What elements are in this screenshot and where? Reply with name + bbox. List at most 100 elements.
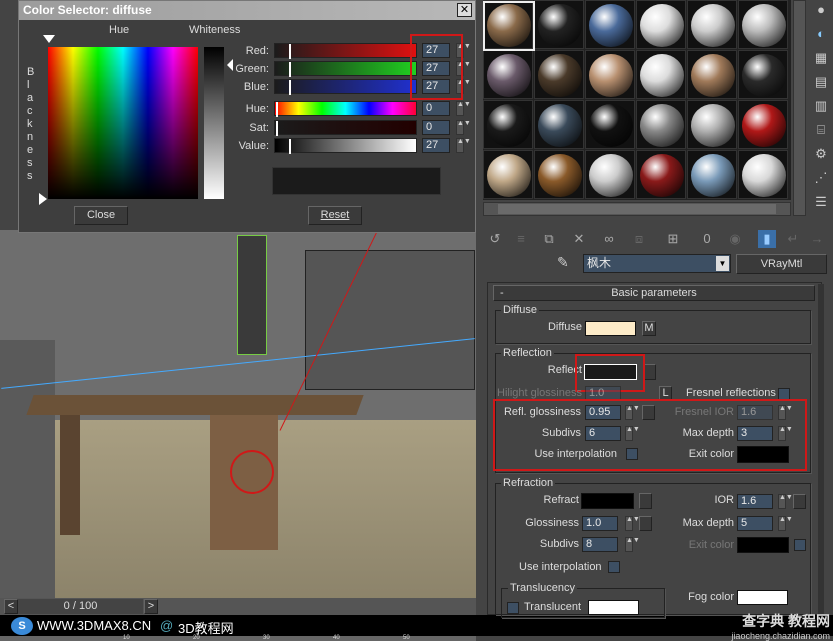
fog-color-swatch[interactable] [737,590,788,605]
sample-slot[interactable] [585,150,635,199]
material-id-icon[interactable]: 0 [698,230,716,248]
max-depth-input[interactable]: 3 [737,426,773,441]
uv-tiling-icon[interactable]: ▤ [811,74,831,94]
slots-vertical-scrollbar[interactable] [793,0,806,216]
sample-slot[interactable] [738,50,788,99]
reset-button[interactable]: Reset [308,206,362,225]
ior-input[interactable]: 1.6 [737,494,773,509]
sample-slot[interactable] [738,100,788,149]
value-slider[interactable] [274,138,417,154]
refract-map-button[interactable] [639,493,652,509]
subdivs-input[interactable]: 6 [585,426,621,441]
sample-slot[interactable] [534,100,584,149]
hue-marker[interactable] [43,35,55,43]
sample-slot[interactable] [636,50,686,99]
time-slider[interactable]: < 0 / 100 > [0,598,476,615]
hue-input[interactable]: 0 [422,101,450,116]
refraction-max-depth-input[interactable]: 5 [737,516,773,531]
video-check-icon[interactable]: ▥ [811,98,831,118]
value-input[interactable]: 27 [422,138,450,153]
make-unique-icon[interactable]: ⧈ [630,230,648,248]
sample-slot[interactable] [534,0,584,49]
sat-slider[interactable] [274,120,417,136]
put-to-scene-icon[interactable]: ≡ [512,230,530,248]
material-name-input[interactable]: 枫木 [583,254,731,273]
preview-icon[interactable]: ⌸ [811,122,831,142]
refl-glossiness-spinner[interactable]: ▲▼ [625,405,640,420]
eyedropper-icon[interactable]: ✎ [557,254,575,272]
glossiness-map-button[interactable] [639,516,652,531]
sample-slot[interactable] [687,50,737,99]
go-to-parent-icon[interactable]: ↵ [784,230,802,248]
background-icon[interactable]: ▦ [811,50,831,70]
prev-frame-button[interactable]: < [4,599,18,614]
ior-map-button[interactable] [793,494,806,509]
sample-slot[interactable] [534,50,584,99]
select-by-material-icon[interactable]: ⋰ [811,170,831,190]
sample-slot[interactable] [687,100,737,149]
perspective-viewport[interactable] [0,230,476,600]
frame-counter[interactable]: 0 / 100 [18,599,143,614]
track-ruler[interactable]: 10 20 30 40 50 [0,635,476,641]
hue-spinner[interactable]: ▲▼ [456,101,471,116]
refraction-max-depth-spinner[interactable]: ▲▼ [778,516,793,531]
use-interpolation-checkbox[interactable] [626,448,638,460]
fresnel-ior-input[interactable]: 1.6 [737,405,773,420]
sample-slot[interactable] [738,150,788,199]
blue-slider[interactable] [274,79,417,95]
refraction-exit-color-swatch[interactable] [737,537,789,553]
sample-slot[interactable] [636,0,686,49]
sample-slot[interactable] [687,150,737,199]
sample-slot[interactable] [585,100,635,149]
get-material-icon[interactable]: ↺ [486,230,504,248]
refraction-use-interpolation-checkbox[interactable] [608,561,620,573]
put-to-library-icon[interactable]: ⊞ [664,230,682,248]
chevron-down-icon[interactable]: ▼ [716,256,729,271]
sat-input[interactable]: 0 [422,120,450,135]
glossiness-spinner[interactable]: ▲▼ [625,516,640,531]
material-type-button[interactable]: VRayMtl [736,254,827,274]
glossiness-input[interactable]: 1.0 [582,516,618,531]
sample-slot[interactable] [483,100,533,149]
refraction-subdivs-input[interactable]: 8 [582,537,618,552]
hue-slider[interactable] [274,101,417,117]
subdivs-spinner[interactable]: ▲▼ [625,426,640,441]
green-slider[interactable] [274,61,417,77]
show-map-icon[interactable]: ◉ [726,230,744,248]
material-navigator-icon[interactable]: ☰ [811,194,831,214]
sample-slot[interactable] [585,0,635,49]
max-depth-spinner[interactable]: ▲▼ [778,426,793,441]
assign-material-icon[interactable]: ⧉ [540,230,558,248]
sample-slot[interactable] [483,150,533,199]
hue-blackness-picker[interactable] [48,47,198,199]
sat-spinner[interactable]: ▲▼ [456,120,471,135]
copy-material-icon[interactable]: ∞ [600,230,618,248]
refl-glossiness-input[interactable]: 0.95 [585,405,621,420]
sample-slot[interactable] [636,100,686,149]
sample-slot[interactable] [534,150,584,199]
fresnel-ior-spinner[interactable]: ▲▼ [778,405,793,420]
red-slider[interactable] [274,43,417,59]
sample-slot[interactable] [738,0,788,49]
refraction-exit-color-checkbox[interactable] [794,539,806,551]
refl-glossiness-map-button[interactable] [642,405,655,420]
blackness-marker[interactable] [39,193,47,205]
collapse-toggle[interactable]: - [500,286,504,300]
sample-type-icon[interactable]: ● [811,2,831,22]
diffuse-map-button[interactable]: M [642,321,656,336]
slots-horizontal-scrollbar[interactable] [483,202,791,216]
sample-slot[interactable] [483,50,533,99]
basic-parameters-rollout[interactable]: - Basic parameters [493,285,815,301]
refract-color-swatch[interactable] [581,493,634,509]
go-forward-icon[interactable]: → [808,230,826,248]
diffuse-color-swatch[interactable] [585,321,636,336]
backlight-icon[interactable]: ◐ [811,26,831,46]
reset-map-icon[interactable]: ✕ [570,230,588,248]
close-button[interactable]: Close [74,206,128,225]
value-spinner[interactable]: ▲▼ [456,138,471,153]
close-icon[interactable]: ✕ [457,3,472,17]
options-icon[interactable]: ⚙ [811,146,831,166]
ior-spinner[interactable]: ▲▼ [778,494,793,509]
translucent-color-swatch[interactable] [588,600,639,615]
refraction-subdivs-spinner[interactable]: ▲▼ [625,537,640,552]
